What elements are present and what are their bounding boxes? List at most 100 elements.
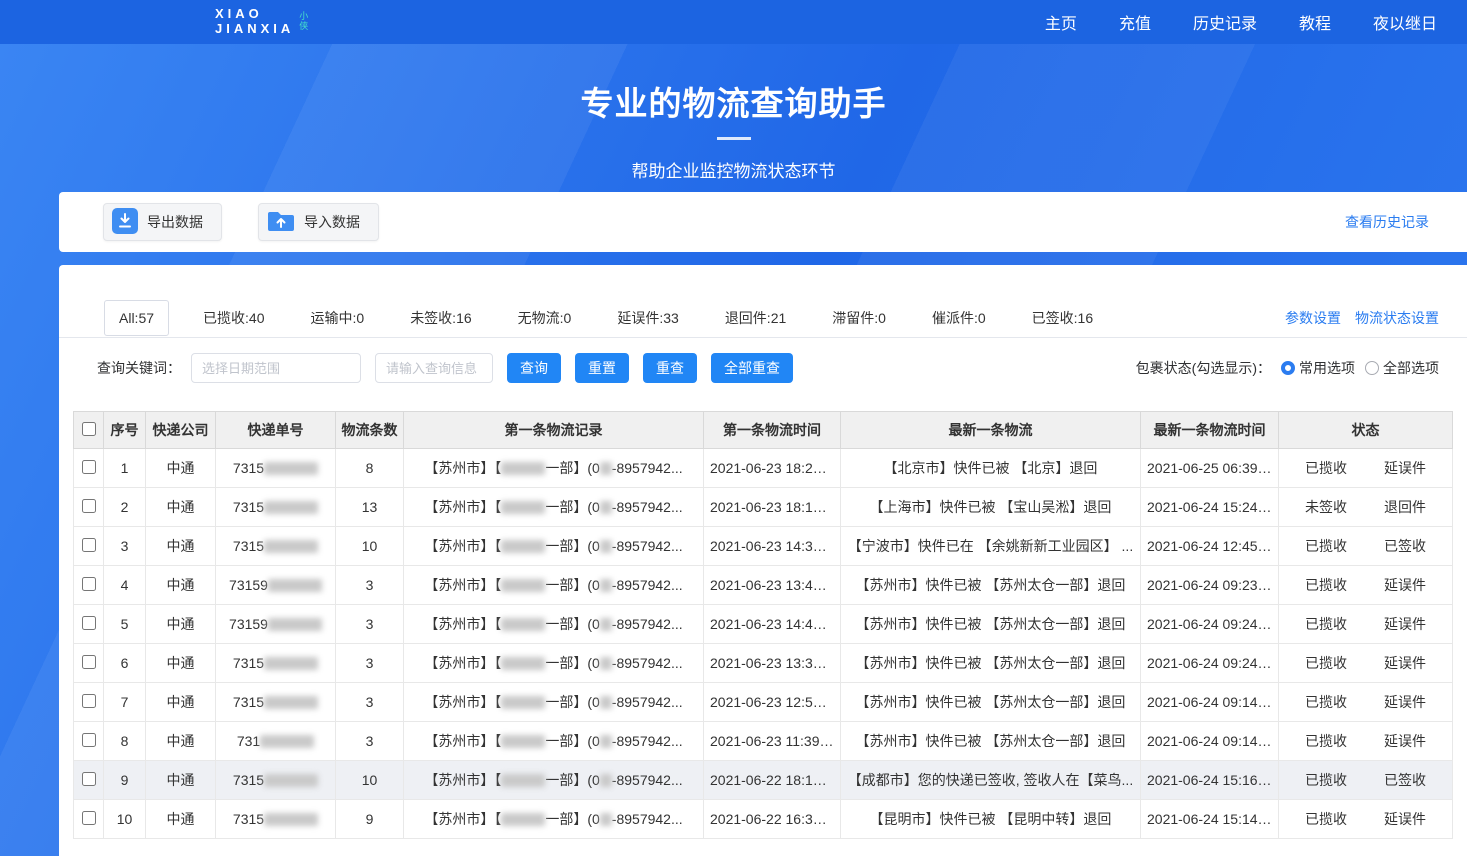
tab[interactable]: All:57: [104, 300, 169, 336]
nav-item[interactable]: 充值: [1119, 10, 1151, 34]
tab[interactable]: 运输中:0: [299, 299, 377, 337]
first-record-suffix: -8957942...: [612, 811, 683, 827]
params-settings-link[interactable]: 参数设置: [1285, 308, 1341, 328]
cell-tracking-number: 7315: [216, 800, 336, 839]
tracking-prefix: 73159: [229, 616, 268, 632]
cell-first-time: 2021-06-23 13:45:50: [704, 566, 841, 605]
status-primary: 已揽收: [1305, 536, 1347, 556]
tab[interactable]: 退回件:21: [713, 299, 798, 337]
view-history-link[interactable]: 查看历史记录: [1345, 212, 1429, 232]
row-checkbox[interactable]: [82, 772, 96, 786]
row-checkbox[interactable]: [82, 694, 96, 708]
cell-first-record: 【苏州市】【一部】(0-8957942...: [404, 722, 704, 761]
status-primary: 已揽收: [1305, 809, 1347, 829]
cell-tracking-number: 73159: [216, 566, 336, 605]
cell-logistics-count: 3: [336, 566, 404, 605]
cell-status: 已揽收 延误件: [1279, 566, 1453, 605]
cell-latest-record: 【苏州市】快件已被 【苏州太仓一部】退回: [841, 605, 1141, 644]
redacted-blur: [260, 735, 314, 748]
tab[interactable]: 未签收:16: [398, 299, 483, 337]
tab[interactable]: 延误件:33: [605, 299, 690, 337]
redacted-blur: [600, 696, 612, 709]
top-navbar: XIAO JIANXIA 小侠 主页 充值 历史记录 教程 夜以继日: [0, 0, 1467, 44]
first-record-mid: 一部】(0: [545, 460, 599, 476]
row-checkbox[interactable]: [82, 733, 96, 747]
first-record-mid: 一部】(0: [545, 733, 599, 749]
nav-item[interactable]: 教程: [1299, 10, 1331, 34]
cell-index: 10: [104, 800, 146, 839]
cell-first-record: 【苏州市】【一部】(0-8957942...: [404, 644, 704, 683]
first-record-suffix: -8957942...: [612, 577, 683, 593]
recheck-all-button[interactable]: 全部重查: [711, 353, 793, 383]
redacted-blur: [501, 579, 545, 592]
row-checkbox[interactable]: [82, 460, 96, 474]
radio-label: 全部选项: [1383, 358, 1439, 378]
first-record-mid: 一部】(0: [545, 538, 599, 554]
radio-option[interactable]: 常用选项: [1281, 358, 1355, 378]
table-header-row: 序号 快递公司 快递单号 物流条数 第一条物流记录 第一条物流时间 最新一条物流…: [74, 412, 1453, 449]
tracking-prefix: 7315: [233, 499, 264, 515]
cell-logistics-count: 3: [336, 722, 404, 761]
recheck-button[interactable]: 重查: [643, 353, 697, 383]
cell-tracking-number: 7315: [216, 644, 336, 683]
settings-links: 参数设置 物流状态设置: [1285, 308, 1439, 328]
redacted-blur: [264, 501, 318, 514]
status-secondary: 已签收: [1384, 770, 1426, 790]
tab[interactable]: 滞留件:0: [820, 299, 898, 337]
tracking-prefix: 7315: [233, 811, 264, 827]
tab[interactable]: 已签收:16: [1020, 299, 1105, 337]
row-checkbox[interactable]: [82, 655, 96, 669]
cell-checkbox: [74, 605, 104, 644]
select-all-checkbox[interactable]: [82, 422, 96, 436]
search-button[interactable]: 查询: [507, 353, 561, 383]
page-background: 专业的物流查询助手 帮助企业监控物流状态环节 导出数据 导入数据 查看历史记录 …: [0, 44, 1467, 856]
cell-company: 中通: [146, 800, 216, 839]
cell-logistics-count: 3: [336, 683, 404, 722]
first-record-prefix: 【苏州市】【: [424, 577, 501, 593]
tab[interactable]: 已揽收:40: [191, 299, 276, 337]
query-input[interactable]: [375, 353, 493, 383]
reset-button[interactable]: 重置: [575, 353, 629, 383]
table-row: 4 中通 73159 3 【苏州市】【一部】(0-8957942... 2021…: [74, 566, 1453, 605]
logo[interactable]: XIAO JIANXIA 小侠: [215, 7, 311, 37]
row-checkbox[interactable]: [82, 577, 96, 591]
export-data-button[interactable]: 导出数据: [103, 203, 222, 241]
cell-company: 中通: [146, 566, 216, 605]
redacted-blur: [501, 696, 545, 709]
import-data-button[interactable]: 导入数据: [258, 203, 379, 241]
cell-status: 已揽收 延误件: [1279, 644, 1453, 683]
cell-first-time: 2021-06-23 11:39:11: [704, 722, 841, 761]
row-checkbox[interactable]: [82, 499, 96, 513]
tab[interactable]: 无物流:0: [506, 299, 584, 337]
tracking-prefix: 7315: [233, 655, 264, 671]
table-row: 2 中通 7315 13 【苏州市】【一部】(0-8957942... 2021…: [74, 488, 1453, 527]
column-header-company: 快递公司: [146, 412, 216, 449]
row-checkbox[interactable]: [82, 538, 96, 552]
cell-status: 已揽收 已签收: [1279, 761, 1453, 800]
column-header-latest-time: 最新一条物流时间: [1141, 412, 1279, 449]
redacted-blur: [600, 774, 612, 787]
cell-latest-record: 【苏州市】快件已被 【苏州太仓一部】退回: [841, 683, 1141, 722]
radio-option[interactable]: 全部选项: [1365, 358, 1439, 378]
column-header-status: 状态: [1279, 412, 1453, 449]
cell-index: 5: [104, 605, 146, 644]
date-range-input[interactable]: [191, 353, 361, 383]
first-record-prefix: 【苏州市】【: [424, 733, 501, 749]
cell-index: 2: [104, 488, 146, 527]
nav-item[interactable]: 历史记录: [1193, 10, 1257, 34]
cell-checkbox: [74, 488, 104, 527]
tab[interactable]: 催派件:0: [920, 299, 998, 337]
logistics-status-settings-link[interactable]: 物流状态设置: [1355, 308, 1439, 328]
cell-checkbox: [74, 683, 104, 722]
row-checkbox[interactable]: [82, 616, 96, 630]
cell-first-time: 2021-06-23 14:49:06: [704, 605, 841, 644]
row-checkbox[interactable]: [82, 811, 96, 825]
redacted-blur: [268, 579, 322, 592]
cell-latest-time: 2021-06-24 15:14:17: [1141, 800, 1279, 839]
nav-item[interactable]: 夜以继日: [1373, 10, 1437, 34]
nav-item[interactable]: 主页: [1045, 10, 1077, 34]
redacted-blur: [264, 540, 318, 553]
tabs-bar: All:57 已揽收:40 运输中:0 未签收:16 无物流:0 延误件:33 退回件:21…: [59, 299, 1467, 338]
cell-first-time: 2021-06-23 14:30:27: [704, 527, 841, 566]
status-primary: 已揽收: [1305, 575, 1347, 595]
